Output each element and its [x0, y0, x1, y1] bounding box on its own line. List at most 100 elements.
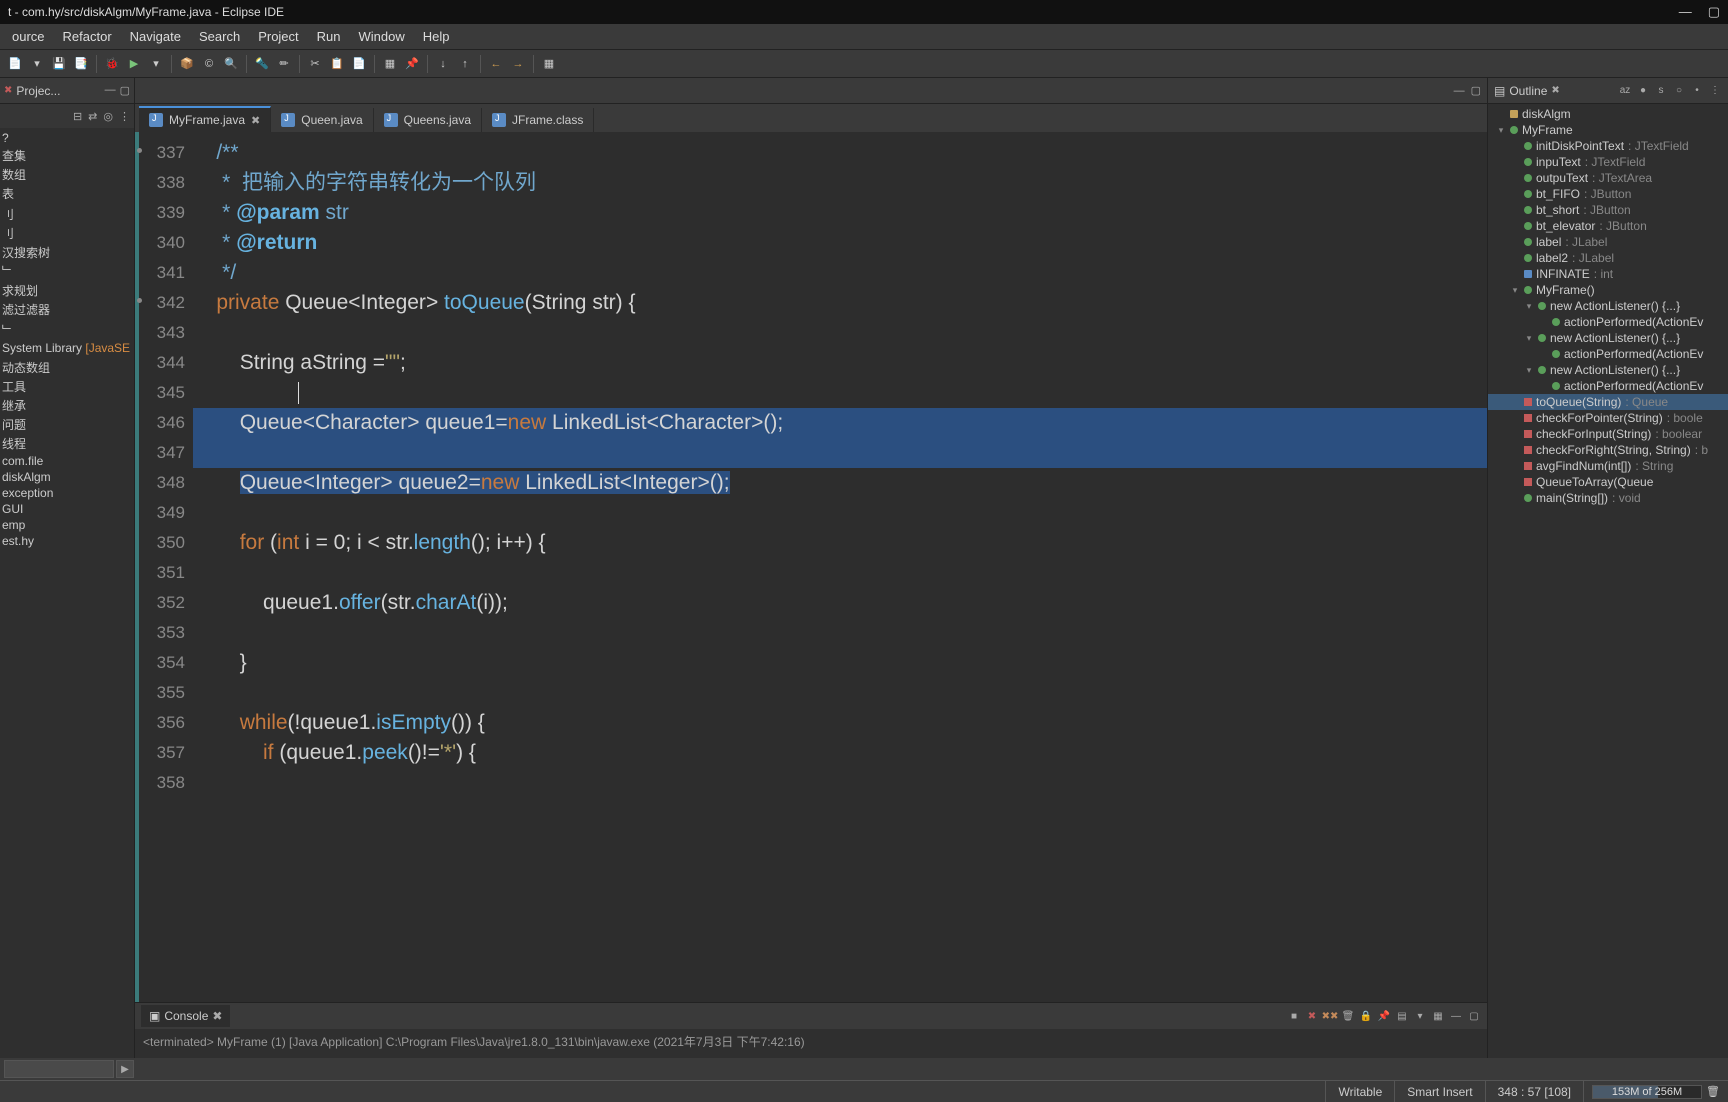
toggle-breadcrumb-icon[interactable]: ▦ [381, 55, 399, 73]
tree-item[interactable]: emp [0, 517, 134, 533]
maximize-icon[interactable]: ▢ [1467, 1009, 1481, 1023]
debug-icon[interactable]: 🐞 [103, 55, 121, 73]
tree-item[interactable]: exception [0, 485, 134, 501]
close-icon[interactable]: ✖ [212, 1009, 222, 1023]
outline-tree[interactable]: diskAlgm▾MyFrameinitDiskPointText : JTex… [1488, 104, 1728, 1058]
outline-item[interactable]: main(String[]) : void [1488, 490, 1728, 506]
hide-non-public-icon[interactable]: ○ [1672, 84, 1686, 98]
view-menu-icon[interactable]: ⋮ [119, 110, 130, 123]
copy-icon[interactable]: 📋 [328, 55, 346, 73]
hide-fields-icon[interactable]: ● [1636, 84, 1650, 98]
menu-project[interactable]: Project [250, 26, 306, 47]
tree-item[interactable]: 动态数组 [0, 358, 134, 377]
paste-icon[interactable]: 📄 [350, 55, 368, 73]
tree-item[interactable]: 工具 [0, 377, 134, 396]
clear-icon[interactable]: 🗑 [1341, 1009, 1355, 1023]
outline-item[interactable]: label2 : JLabel [1488, 250, 1728, 266]
quick-access-go-button[interactable]: ▶ [116, 1060, 134, 1078]
forward-icon[interactable]: → [509, 55, 527, 73]
tree-item[interactable]: com.file [0, 453, 134, 469]
outline-item[interactable]: checkForInput(String) : boolear [1488, 426, 1728, 442]
tree-item[interactable]: 滤过滤器 [0, 300, 134, 319]
focus-icon[interactable]: ◎ [103, 110, 113, 123]
pin-icon[interactable]: 📌 [403, 55, 421, 73]
status-memory[interactable]: 153M of 256M 🗑 [1583, 1081, 1728, 1102]
outline-item[interactable]: ▾MyFrame [1488, 122, 1728, 138]
tree-item[interactable]: 问题 [0, 415, 134, 434]
menu-ource[interactable]: ource [4, 26, 53, 47]
tree-item[interactable]: GUI [0, 501, 134, 517]
pin-console-icon[interactable]: 📌 [1377, 1009, 1391, 1023]
menu-run[interactable]: Run [309, 26, 349, 47]
editor-tab[interactable]: Queen.java [271, 108, 373, 132]
menu-help[interactable]: Help [415, 26, 458, 47]
back-icon[interactable]: ← [487, 55, 505, 73]
outline-item[interactable]: label : JLabel [1488, 234, 1728, 250]
outline-item[interactable]: bt_short : JButton [1488, 202, 1728, 218]
maximize-icon[interactable]: ▢ [120, 84, 130, 97]
tree-item[interactable]: ? [0, 130, 134, 146]
search-icon[interactable]: 🔦 [253, 55, 271, 73]
tree-item[interactable]: 求规划 [0, 281, 134, 300]
next-annotation-icon[interactable]: ↓ [434, 55, 452, 73]
tree-item[interactable]: 线程 [0, 434, 134, 453]
minimize-icon[interactable]: — [1449, 1009, 1463, 1023]
quick-access-input[interactable] [4, 1060, 114, 1078]
outline-item[interactable]: QueueToArray(Queue [1488, 474, 1728, 490]
outline-item[interactable]: ▾new ActionListener() {...} [1488, 362, 1728, 378]
tree-item[interactable]: 刂 [0, 205, 134, 224]
collapse-all-icon[interactable]: ⊟ [73, 110, 82, 123]
editor-tab[interactable]: JFrame.class [482, 108, 594, 132]
tree-item[interactable]: 表 [0, 184, 134, 203]
open-console-icon[interactable]: ▾ [1413, 1009, 1427, 1023]
run-icon[interactable]: ▶ [125, 55, 143, 73]
save-icon[interactable]: 💾 [50, 55, 68, 73]
outline-item[interactable]: diskAlgm [1488, 106, 1728, 122]
run-config-icon[interactable]: ▾ [147, 55, 165, 73]
display-icon[interactable]: ▤ [1395, 1009, 1409, 1023]
tree-item[interactable]: 汉搜索树 [0, 243, 134, 262]
outline-item[interactable]: ▾new ActionListener() {...} [1488, 330, 1728, 346]
maximize-button[interactable]: ▢ [1708, 4, 1720, 20]
outline-item[interactable]: ▾new ActionListener() {...} [1488, 298, 1728, 314]
tree-item[interactable]: est.hy [0, 533, 134, 549]
outline-item[interactable]: checkForPointer(String) : boole [1488, 410, 1728, 426]
save-all-icon[interactable]: 📑 [72, 55, 90, 73]
remove-launch-icon[interactable]: ✖ [1305, 1009, 1319, 1023]
hide-static-icon[interactable]: s [1654, 84, 1668, 98]
new-class-icon[interactable]: © [200, 55, 218, 73]
outline-item[interactable]: actionPerformed(ActionEv [1488, 346, 1728, 362]
editor-tab[interactable]: MyFrame.java✖ [139, 106, 271, 132]
link-editor-icon[interactable]: ⇄ [88, 110, 97, 123]
close-icon[interactable]: ✖ [251, 114, 260, 127]
line-number-gutter[interactable]: 3373383393403413423433443453463473483493… [135, 132, 193, 1002]
close-icon[interactable]: ✖ [4, 85, 12, 96]
tree-item[interactable]: diskAlgm [0, 469, 134, 485]
view-menu-icon[interactable]: ⋮ [1708, 84, 1722, 98]
cut-icon[interactable]: ✂ [306, 55, 324, 73]
code-editor[interactable]: /** * 把输入的字符串转化为一个队列 * @param str * @ret… [193, 132, 1487, 1002]
outline-item[interactable]: outpuText : JTextArea [1488, 170, 1728, 186]
tree-item[interactable]: System Library [JavaSE [0, 340, 134, 356]
minimize-icon[interactable]: — [1454, 85, 1465, 97]
scroll-lock-icon[interactable]: 🔒 [1359, 1009, 1373, 1023]
perspective-icon[interactable]: ▦ [540, 55, 558, 73]
prev-annotation-icon[interactable]: ↑ [456, 55, 474, 73]
outline-item[interactable]: ▾MyFrame() [1488, 282, 1728, 298]
menu-search[interactable]: Search [191, 26, 248, 47]
outline-item[interactable]: initDiskPointText : JTextField [1488, 138, 1728, 154]
outline-item[interactable]: checkForRight(String, String) : b [1488, 442, 1728, 458]
terminate-icon[interactable]: ■ [1287, 1009, 1301, 1023]
editor-tab[interactable]: Queens.java [374, 108, 482, 132]
hide-local-icon[interactable]: • [1690, 84, 1704, 98]
console-tab[interactable]: ▣ Console ✖ [141, 1005, 230, 1027]
sort-icon[interactable]: az [1618, 84, 1632, 98]
outline-item[interactable]: toQueue(String) : Queue [1488, 394, 1728, 410]
tree-item[interactable]: ﹂ [0, 262, 134, 281]
open-type-icon[interactable]: 🔍 [222, 55, 240, 73]
tree-item[interactable]: 查集 [0, 146, 134, 165]
new-icon[interactable]: 📄 [6, 55, 24, 73]
project-tree[interactable]: ?查集数组表刂刂汉搜索树﹂求规划滤过滤器﹂System Library [Jav… [0, 128, 134, 1058]
chevron-down-icon[interactable]: ▾ [28, 55, 46, 73]
close-icon[interactable]: ✖ [1551, 85, 1559, 96]
